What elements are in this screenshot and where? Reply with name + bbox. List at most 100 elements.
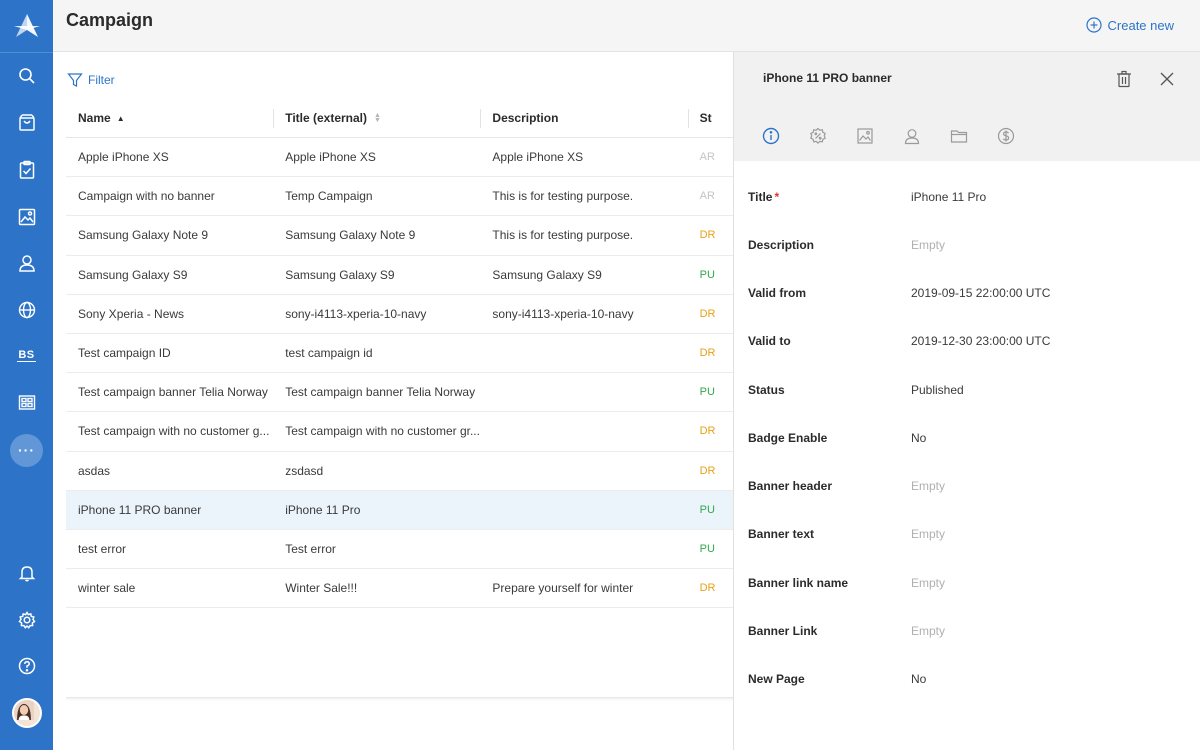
cell-title: zsdasd <box>285 463 324 478</box>
panel-tabs <box>747 123 1029 149</box>
field-value[interactable]: No <box>911 431 926 445</box>
trash-icon <box>1117 70 1131 88</box>
cell-name: asdas <box>78 463 111 478</box>
field-value[interactable]: Empty <box>911 576 945 590</box>
tab-customers[interactable] <box>888 123 935 149</box>
tab-info[interactable] <box>747 123 794 149</box>
cell-title: Test error <box>285 541 336 556</box>
create-new-button[interactable]: Create new <box>1085 17 1174 33</box>
cell-description: Apple iPhone XS <box>492 150 584 165</box>
field-label-text: Valid from <box>748 286 807 300</box>
field-label: Valid from <box>748 286 911 300</box>
field-label-text: Badge Enable <box>748 431 828 445</box>
field-value[interactable]: Empty <box>911 624 945 638</box>
field-value[interactable]: Published <box>911 383 964 397</box>
table-header: Name ▲ Title (external) ▲ ▼ Description S… <box>66 99 733 138</box>
tab-folder[interactable] <box>935 123 982 149</box>
field-value[interactable]: Empty <box>911 527 945 541</box>
sidebar-profile[interactable] <box>0 690 53 736</box>
table-row[interactable]: Sony Xperia - News sony-i4113-xperia-10-n… <box>66 295 733 334</box>
tab-pricing[interactable] <box>982 123 1029 149</box>
delete-button[interactable] <box>1114 69 1134 89</box>
clipboard-check-icon <box>19 160 34 179</box>
cell-title: test campaign id <box>285 346 373 361</box>
table-row[interactable]: asdas zsdasd DR <box>66 452 733 491</box>
field-label: Banner Link <box>748 624 911 638</box>
sidebar-notifications[interactable] <box>0 550 53 596</box>
field-label-text: Status <box>748 383 785 397</box>
plus-circle-icon <box>1085 17 1102 33</box>
column-header-status[interactable]: St <box>687 99 733 138</box>
detail-field: Badge Enable No <box>748 431 1188 445</box>
field-label: Description <box>748 238 911 252</box>
table-row[interactable]: Campaign with no banner Temp Campaign This… <box>66 177 733 217</box>
table-row[interactable]: Test campaign with no customer g... Test … <box>66 412 733 452</box>
cell-description: This is for testing purpose. <box>492 189 634 204</box>
avatar <box>11 698 42 728</box>
cell-status: DR <box>699 347 716 360</box>
tab-discount[interactable] <box>794 123 841 149</box>
column-header-name[interactable]: Name ▲ <box>66 99 273 138</box>
panel-header: iPhone 11 PRO banner <box>734 52 1200 161</box>
table-row[interactable]: test error Test error PU <box>66 530 733 570</box>
sidebar-settings[interactable] <box>0 597 53 643</box>
sidebar-users[interactable] <box>0 240 53 286</box>
sort-asc-icon: ▲ <box>116 113 125 123</box>
cell-status: DR <box>699 229 716 242</box>
sidebar-search[interactable] <box>0 53 53 99</box>
field-label-text: Banner Link <box>748 624 818 638</box>
detail-field: Description Empty <box>748 238 1188 252</box>
field-value[interactable]: No <box>911 672 926 686</box>
shopping-bag-icon <box>18 114 35 131</box>
column-header-title[interactable]: Title (external) ▲ ▼ <box>273 99 480 138</box>
panel-title: iPhone 11 PRO banner <box>763 71 892 85</box>
cell-title: Samsung Galaxy S9 <box>285 267 395 282</box>
cell-description: Samsung Galaxy S9 <box>492 267 602 282</box>
sort-icon: ▲ ▼ <box>374 112 381 124</box>
tab-image[interactable] <box>841 123 888 149</box>
field-label: Badge Enable <box>748 431 911 445</box>
filter-button[interactable]: Filter <box>67 72 115 88</box>
cell-title: Test campaign with no customer gr... <box>285 424 480 439</box>
field-value[interactable]: Empty <box>911 479 945 493</box>
sidebar-help[interactable] <box>0 643 53 689</box>
table-row[interactable]: Samsung Galaxy Note 9 Samsung Galaxy Note… <box>66 216 733 256</box>
sidebar-tasks[interactable] <box>0 147 53 193</box>
column-header-description[interactable]: Description <box>480 99 687 138</box>
field-value[interactable]: iPhone 11 Pro <box>911 190 986 204</box>
field-label: Status <box>748 383 911 397</box>
cell-name: Apple iPhone XS <box>78 150 169 165</box>
field-value[interactable]: 2019-12-30 23:00:00 UTC <box>911 334 1050 348</box>
help-icon <box>18 657 35 675</box>
cell-name: iPhone 11 PRO banner <box>78 502 202 517</box>
field-label: Valid to <box>748 334 911 348</box>
detail-panel: iPhone 11 PRO banner Title * iPhone 11 P… <box>733 52 1200 750</box>
table-row[interactable]: Samsung Galaxy S9 Samsung Galaxy S9 Samsun… <box>66 256 733 295</box>
field-label-text: Title <box>748 190 773 204</box>
sidebar-media[interactable] <box>0 194 53 240</box>
sidebar-bs[interactable]: BS <box>0 332 53 378</box>
table-row[interactable]: Test campaign banner Telia Norway Test ca… <box>66 373 733 413</box>
campaign-list: Filter Name ▲ Title (external) ▲ ▼ Descri… <box>53 52 733 750</box>
bs-label: BS <box>17 348 36 362</box>
detail-field: New Page No <box>748 672 1188 686</box>
table-row[interactable]: Test campaign ID test campaign id DR <box>66 334 733 374</box>
sidebar-shop[interactable] <box>0 100 53 146</box>
field-value[interactable]: Empty <box>911 238 945 252</box>
cell-name: Campaign with no banner <box>78 189 215 204</box>
sidebar-more[interactable]: ··· <box>0 427 53 473</box>
close-button[interactable] <box>1157 69 1177 89</box>
table-row[interactable]: iPhone 11 PRO banner iPhone 11 Pro PU <box>66 490 733 530</box>
sidebar-grid[interactable] <box>0 380 53 426</box>
cell-status: DR <box>699 464 716 477</box>
logo-icon[interactable] <box>0 0 53 53</box>
table-row[interactable]: Apple iPhone XS Apple iPhone XS Apple iPho… <box>66 138 733 178</box>
table-row[interactable]: winter sale Winter Sale!!! Prepare yoursel… <box>66 569 733 609</box>
cell-name: test error <box>78 541 127 556</box>
field-value[interactable]: 2019-09-15 22:00:00 UTC <box>911 286 1050 300</box>
cell-status: AR <box>699 151 715 164</box>
field-label-text: Banner link name <box>748 576 849 590</box>
cell-title: Samsung Galaxy Note 9 <box>285 228 416 243</box>
cell-description: This is for testing purpose. <box>492 228 634 243</box>
sidebar-globe[interactable] <box>0 287 53 333</box>
